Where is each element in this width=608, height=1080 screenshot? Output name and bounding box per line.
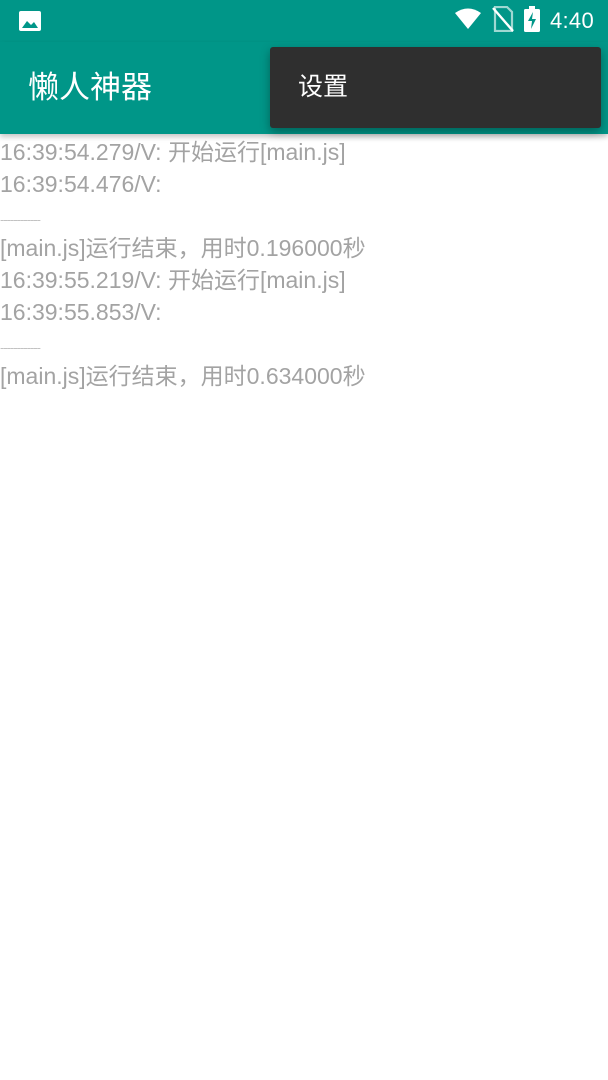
clock-time: 4:40 [549,8,594,33]
log-separator-text: ------------ [0,213,41,227]
log-separator-text: ------------ [0,341,41,355]
log-output: 16:39:54.279/V: 开始运行[main.js] 16:39:54.4… [0,136,608,392]
log-line: 16:39:54.476/V: [0,171,162,197]
wifi-icon [454,7,482,35]
log-line: 16:39:54.279/V: 开始运行[main.js] [0,139,346,165]
app-title: 懒人神器 [28,70,152,106]
menu-item-settings[interactable]: 设置 [270,47,601,128]
overflow-menu: 设置 [270,47,601,128]
log-separator: ------------ [0,200,608,232]
image-notification-icon [18,9,42,33]
log-line: 16:39:55.219/V: 开始运行[main.js] [0,267,346,293]
battery-charging-icon [523,6,540,36]
menu-item-label: 设置 [298,72,349,101]
no-sim-icon [492,5,514,36]
status-bar: 4:40 [0,0,608,42]
log-line: [main.js]运行结束，用时0.196000秒 [0,235,366,261]
log-line: [main.js]运行结束，用时0.634000秒 [0,363,366,389]
log-line: 16:39:55.853/V: [0,299,162,325]
log-separator: ------------ [0,328,608,360]
